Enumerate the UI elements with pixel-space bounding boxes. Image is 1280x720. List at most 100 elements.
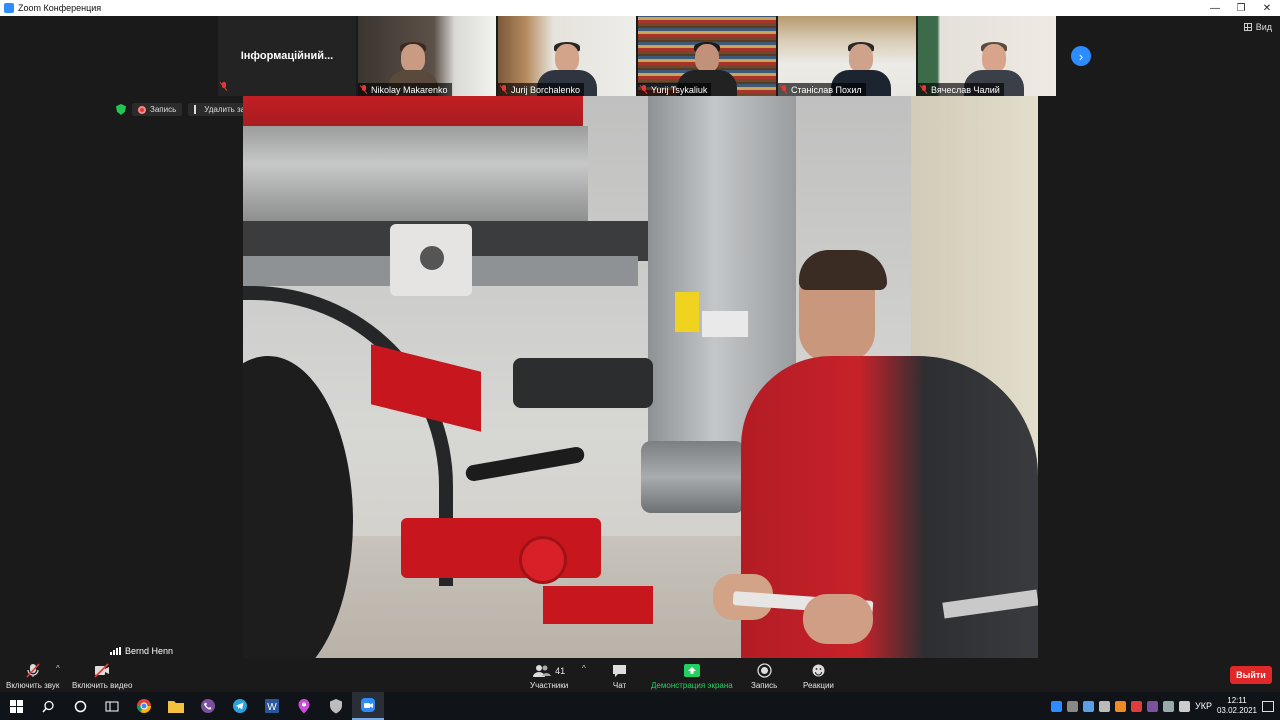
participants-icon: 41 xyxy=(533,663,565,678)
name-tag: Yurij Tsykaliuk xyxy=(638,83,712,96)
name-tag: Вячеслав Чалий xyxy=(918,83,1004,96)
security-shield-icon[interactable] xyxy=(320,692,352,720)
minimize-icon[interactable]: — xyxy=(1202,0,1228,16)
video-off-icon xyxy=(93,663,111,678)
participants-button[interactable]: 41 Участники xyxy=(530,663,568,690)
view-label: Вид xyxy=(1255,22,1272,32)
clock-time: 12:11 xyxy=(1227,696,1247,705)
muted-mic-icon xyxy=(360,85,368,94)
antivirus-tray-icon[interactable] xyxy=(1130,700,1142,712)
name-tag: Jurij Borchalenko xyxy=(498,83,585,96)
viber-icon[interactable] xyxy=(192,692,224,720)
leave-meeting-button[interactable]: Выйти xyxy=(1230,666,1272,684)
audio-options-caret-icon[interactable]: ^ xyxy=(56,664,60,673)
next-page-button[interactable]: › xyxy=(1071,46,1091,66)
viber-tray-icon[interactable] xyxy=(1146,700,1158,712)
view-button[interactable]: Вид xyxy=(1243,22,1272,32)
active-speaker-name: Bernd Henn xyxy=(125,646,174,656)
record-button[interactable]: Запись xyxy=(751,663,777,690)
update-tray-icon[interactable] xyxy=(1114,700,1126,712)
zoom-tray-icon[interactable] xyxy=(1050,700,1062,712)
cloud-tray-icon[interactable] xyxy=(1082,700,1094,712)
chat-label: Чат xyxy=(612,681,627,690)
participant-tile[interactable]: Yurij Tsykaliuk xyxy=(638,16,776,96)
search-icon[interactable] xyxy=(32,692,64,720)
unmute-label: Включить звук xyxy=(6,681,60,690)
participants-label: Участники xyxy=(530,681,569,690)
name-tag: Станіслав Похил xyxy=(778,83,866,96)
muted-mic-icon xyxy=(780,85,788,94)
participant-tile[interactable]: Інформаційний... xyxy=(218,16,356,96)
network-tray-icon[interactable] xyxy=(1066,700,1078,712)
share-screen-label: Демонстрация экрана xyxy=(651,681,733,690)
grid-icon xyxy=(1243,23,1252,31)
muted-mic-icon xyxy=(640,85,648,94)
wifi-icon[interactable] xyxy=(1162,700,1174,712)
smiley-icon xyxy=(811,663,826,678)
clock-date: 03.02.2021 xyxy=(1216,706,1257,715)
chat-button[interactable]: Чат xyxy=(612,663,627,690)
start-video-label: Включить видео xyxy=(72,681,133,690)
muted-mic-icon xyxy=(920,85,928,94)
signal-strength-icon xyxy=(110,647,121,655)
share-screen-icon xyxy=(683,663,700,678)
telegram-icon[interactable] xyxy=(224,692,256,720)
muted-mic-icon xyxy=(500,85,508,94)
recording-label: Запись xyxy=(150,105,177,114)
participant-name: Вячеслав Чалий xyxy=(931,84,1000,95)
gallery-strip: Інформаційний... Nikolay Makarenko Jurij… xyxy=(218,16,1056,96)
participant-tile[interactable]: Nikolay Makarenko xyxy=(358,16,496,96)
encryption-shield-icon[interactable] xyxy=(116,104,126,115)
record-icon xyxy=(756,663,772,678)
participants-caret-icon[interactable]: ^ xyxy=(582,664,586,673)
usb-tray-icon[interactable] xyxy=(1098,700,1110,712)
recording-indicator[interactable]: Запись xyxy=(132,103,183,116)
participant-tile[interactable]: Вячеслав Чалий xyxy=(918,16,1056,96)
file-explorer-icon[interactable] xyxy=(160,692,192,720)
reactions-button[interactable]: Реакции xyxy=(803,663,834,690)
cortana-icon[interactable] xyxy=(64,692,96,720)
record-dot-icon xyxy=(138,105,146,114)
svg-text:W: W xyxy=(267,702,277,713)
chrome-icon[interactable] xyxy=(128,692,160,720)
participant-tile[interactable]: Jurij Borchalenko xyxy=(498,16,636,96)
start-video-button[interactable]: Включить видео xyxy=(72,663,132,690)
keyboard-language[interactable]: УКР xyxy=(1195,701,1212,711)
zoom-app-icon xyxy=(4,3,14,13)
participant-name: Інформаційний... xyxy=(240,50,334,62)
notifications-icon[interactable] xyxy=(1262,700,1274,712)
unmute-button[interactable]: Включить звук xyxy=(6,663,59,690)
zoom-taskbar-icon[interactable] xyxy=(352,692,384,720)
participant-name: Станіслав Похил xyxy=(791,84,862,95)
window-controls: — ❐ ✕ xyxy=(1202,0,1280,16)
participant-tile[interactable]: Станіслав Похил xyxy=(778,16,916,96)
meeting-toolbar: Включить звук ^ Включить видео 41 Участн… xyxy=(0,660,1280,692)
windows-taskbar: W УКР 12:11 03.02.2021 xyxy=(0,692,1280,720)
participants-count: 41 xyxy=(555,665,566,676)
task-view-icon[interactable] xyxy=(96,692,128,720)
share-screen-button[interactable]: Демонстрация экрана xyxy=(651,663,733,690)
close-icon[interactable]: ✕ xyxy=(1254,0,1280,16)
system-clock[interactable]: 12:11 03.02.2021 xyxy=(1217,696,1257,716)
chevron-right-icon: › xyxy=(1078,48,1084,64)
maps-pin-icon[interactable] xyxy=(288,692,320,720)
system-tray: УКР 12:11 03.02.2021 xyxy=(1050,692,1280,720)
participant-name: Nikolay Makarenko xyxy=(371,84,448,95)
chat-icon xyxy=(612,663,627,678)
name-tag: Nikolay Makarenko xyxy=(358,83,452,96)
word-icon[interactable]: W xyxy=(256,692,288,720)
zoom-window: Zoom Конференция — ❐ ✕ Вид Інформаційний… xyxy=(0,0,1280,720)
muted-microphone-icon xyxy=(25,663,41,678)
main-video xyxy=(243,96,1038,658)
windows-start-icon[interactable] xyxy=(0,692,32,720)
restore-icon[interactable]: ❐ xyxy=(1228,0,1254,16)
title-bar: Zoom Конференция — ❐ ✕ xyxy=(0,0,1280,16)
reactions-label: Реакции xyxy=(803,681,834,690)
volume-icon[interactable] xyxy=(1178,700,1190,712)
record-label: Запись xyxy=(751,681,778,690)
window-title: Zoom Конференция xyxy=(18,3,102,13)
pin-icon xyxy=(194,105,200,114)
active-speaker-label: Bernd Henn xyxy=(110,646,173,656)
participant-name: Yurij Tsykaliuk xyxy=(651,84,708,95)
muted-mic-icon xyxy=(220,82,228,91)
